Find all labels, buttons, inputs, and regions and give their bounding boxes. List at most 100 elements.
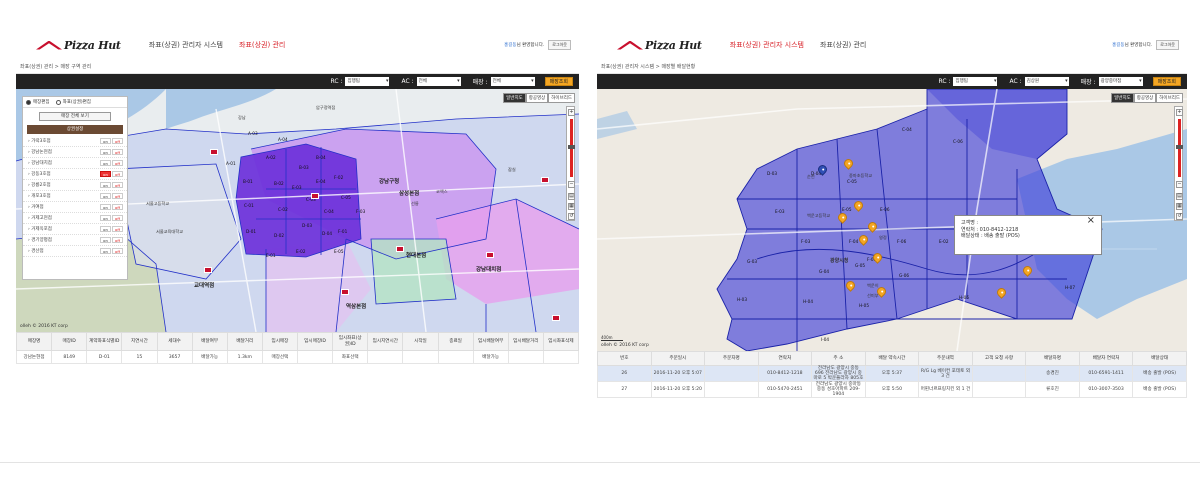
zoom-handle[interactable] — [568, 145, 575, 149]
map-view[interactable]: 매장편집 좌표(상권)편집 매장 전체 보기 상권설정 › 가락3호점 on off… — [16, 89, 579, 332]
off-toggle[interactable]: off — [112, 248, 123, 254]
zone-cell-label[interactable]: C-05 — [847, 179, 857, 184]
ac-select[interactable]: 김상원 — [1024, 77, 1069, 86]
store-list-item[interactable]: › 거제고현점 on off — [23, 213, 127, 224]
rc-select[interactable]: 집행팀 — [345, 77, 390, 86]
on-toggle[interactable]: on — [100, 248, 111, 254]
zoom-out-button[interactable]: − — [1176, 181, 1183, 188]
reset-icon[interactable]: ↺ — [568, 213, 575, 220]
zone-cell-label[interactable]: F-06 — [897, 239, 906, 244]
zoom-handle[interactable] — [1176, 145, 1183, 149]
logout-button[interactable]: 로그아웃 — [548, 40, 571, 50]
ruler-icon[interactable]: ▤ — [568, 193, 575, 200]
map-view[interactable]: 일반지도 항공영상 하이브리드 + − ▤ ▦ ↺ C-04 D-04 D-03 C-… — [597, 89, 1187, 351]
zone-cell-label[interactable]: B-01 — [243, 179, 253, 184]
zone-cell-label[interactable]: D-03 — [302, 223, 312, 228]
zone-cell-label[interactable]: C-01 — [244, 203, 254, 208]
column-header[interactable]: 주문자명 — [704, 351, 759, 366]
column-header[interactable]: 매장ID — [51, 332, 88, 351]
close-icon[interactable]: × — [1087, 216, 1095, 225]
pizza-hut-logo[interactable]: Pizza Hut — [617, 37, 702, 53]
column-header[interactable]: 배달자명 — [1025, 351, 1080, 366]
zone-cell-label[interactable]: A-04 — [278, 137, 288, 142]
column-header[interactable]: 계약좌표식별ID — [86, 332, 123, 351]
column-header[interactable]: 연락처 — [757, 351, 813, 366]
zone-cell-label[interactable]: D-04 — [322, 231, 332, 236]
store-search-button[interactable]: 매장조회 — [1152, 77, 1181, 86]
off-toggle[interactable]: off — [112, 204, 123, 210]
column-header[interactable]: 고객 요청 사항 — [971, 351, 1027, 366]
area-icon[interactable]: ▦ — [1176, 203, 1183, 210]
off-toggle[interactable]: off — [112, 226, 123, 232]
pizza-hut-logo[interactable]: Pizza Hut — [36, 37, 121, 53]
column-header[interactable]: 임시좌표(상권)ID — [332, 332, 369, 351]
zone-cell-label[interactable]: A-01 — [226, 161, 236, 166]
store-marker[interactable] — [204, 267, 212, 273]
zone-cell-label[interactable]: F-03 — [356, 209, 365, 214]
table-row[interactable]: 강남논현점 8149 D-01 15 3657 배달가능 1.3km 매장선택 좌표선택 배달가능 — [16, 350, 579, 364]
zone-cell-label[interactable]: E-01 — [266, 253, 276, 258]
zone-cell-label[interactable]: H-03 — [737, 297, 747, 302]
ac-select[interactable]: 전체 — [416, 77, 461, 86]
column-header[interactable]: 지연시간 — [121, 332, 158, 351]
on-toggle[interactable]: on — [100, 160, 111, 166]
store-search-button[interactable]: 매장조회 — [544, 77, 573, 86]
zone-cell-label[interactable]: D-02 — [274, 233, 284, 238]
store-marker[interactable] — [541, 177, 549, 183]
zone-cell-label[interactable]: D-03 — [767, 171, 777, 176]
zone-cell-label[interactable]: C-04 — [324, 209, 334, 214]
zone-cell-label[interactable]: E-03 — [775, 209, 785, 214]
on-toggle[interactable]: on — [100, 138, 111, 144]
store-label-daechi[interactable]: 강남대치점 — [476, 265, 501, 273]
table-row[interactable]: 26 2016-11-20 오후 5:07 010-8412-1218 전라남도 광양… — [597, 365, 1187, 382]
nav-admin-system[interactable]: 좌표(상권) 관리자 시스템 — [730, 40, 804, 50]
store-list-item[interactable]: › 강릉2호점 on off — [23, 180, 127, 191]
zone-cell-label[interactable]: A-02 — [266, 155, 276, 160]
zone-cell-label[interactable]: C-04 — [902, 127, 912, 132]
area-icon[interactable]: ▦ — [568, 203, 575, 210]
store-list-item[interactable]: › 경기양평점 on off — [23, 235, 127, 246]
off-toggle[interactable]: off — [112, 182, 123, 188]
zone-cell-label[interactable]: H-06 — [959, 295, 969, 300]
store-marker[interactable] — [210, 149, 218, 155]
zone-cell-label[interactable]: E-02 — [296, 249, 306, 254]
column-header[interactable]: 매장명 — [16, 332, 53, 351]
map-type-hybrid[interactable]: 하이브리드 — [548, 93, 575, 103]
store-select[interactable]: 전체 — [490, 77, 535, 86]
store-list-item[interactable]: › 가락3호점 on off — [23, 136, 127, 147]
zone-cell-label[interactable]: F-04 — [849, 239, 858, 244]
zone-cell-label[interactable]: E-03 — [292, 185, 302, 190]
on-toggle[interactable]: on — [100, 226, 111, 232]
store-marker[interactable] — [311, 193, 319, 199]
column-header[interactable]: 배달자 연락처 — [1078, 351, 1134, 366]
off-toggle[interactable]: off — [112, 160, 123, 166]
store-marker[interactable] — [396, 246, 404, 252]
column-header[interactable]: 배달여부 — [191, 332, 228, 351]
column-header[interactable]: 주문내역 — [918, 351, 973, 366]
on-toggle[interactable]: on — [100, 237, 111, 243]
zone-cell-label[interactable]: H-04 — [803, 299, 813, 304]
table-row[interactable]: 27 2016-11-20 오후 5:20 010-5470-2451 전라남도 광양… — [597, 381, 1187, 398]
store-list-item[interactable]: › 거제옥포점 on off — [23, 224, 127, 235]
column-header[interactable]: 배달상태 — [1132, 351, 1187, 366]
on-toggle[interactable]: on — [100, 182, 111, 188]
zone-cell-label[interactable]: C-05 — [341, 195, 351, 200]
nav-coord-management[interactable]: 좌표(상권) 관리 — [820, 40, 866, 50]
map-type-satellite[interactable]: 항공영상 — [525, 93, 549, 103]
on-toggle[interactable]: on — [100, 193, 111, 199]
off-toggle[interactable]: off — [112, 171, 123, 177]
map-type-normal[interactable]: 일반지도 — [1111, 93, 1134, 103]
nav-coord-management[interactable]: 좌표(상권) 관리 — [239, 40, 285, 50]
zone-cell-label[interactable]: F-01 — [338, 229, 347, 234]
zone-cell-label[interactable]: F-02 — [334, 175, 343, 180]
zone-cell-label[interactable]: B-04 — [316, 155, 326, 160]
zone-cell-label[interactable]: C-02 — [278, 207, 288, 212]
column-header[interactable]: 종료일 — [437, 332, 474, 351]
column-header[interactable]: 번호 — [597, 351, 652, 366]
column-header[interactable]: 세대수 — [156, 332, 193, 351]
map-type-normal[interactable]: 일반지도 — [503, 93, 526, 103]
on-toggle[interactable]: on — [100, 215, 111, 221]
zone-cell-label[interactable]: G-06 — [899, 273, 909, 278]
store-list-item[interactable]: › 경산점 on off — [23, 246, 127, 257]
off-toggle[interactable]: off — [112, 237, 123, 243]
